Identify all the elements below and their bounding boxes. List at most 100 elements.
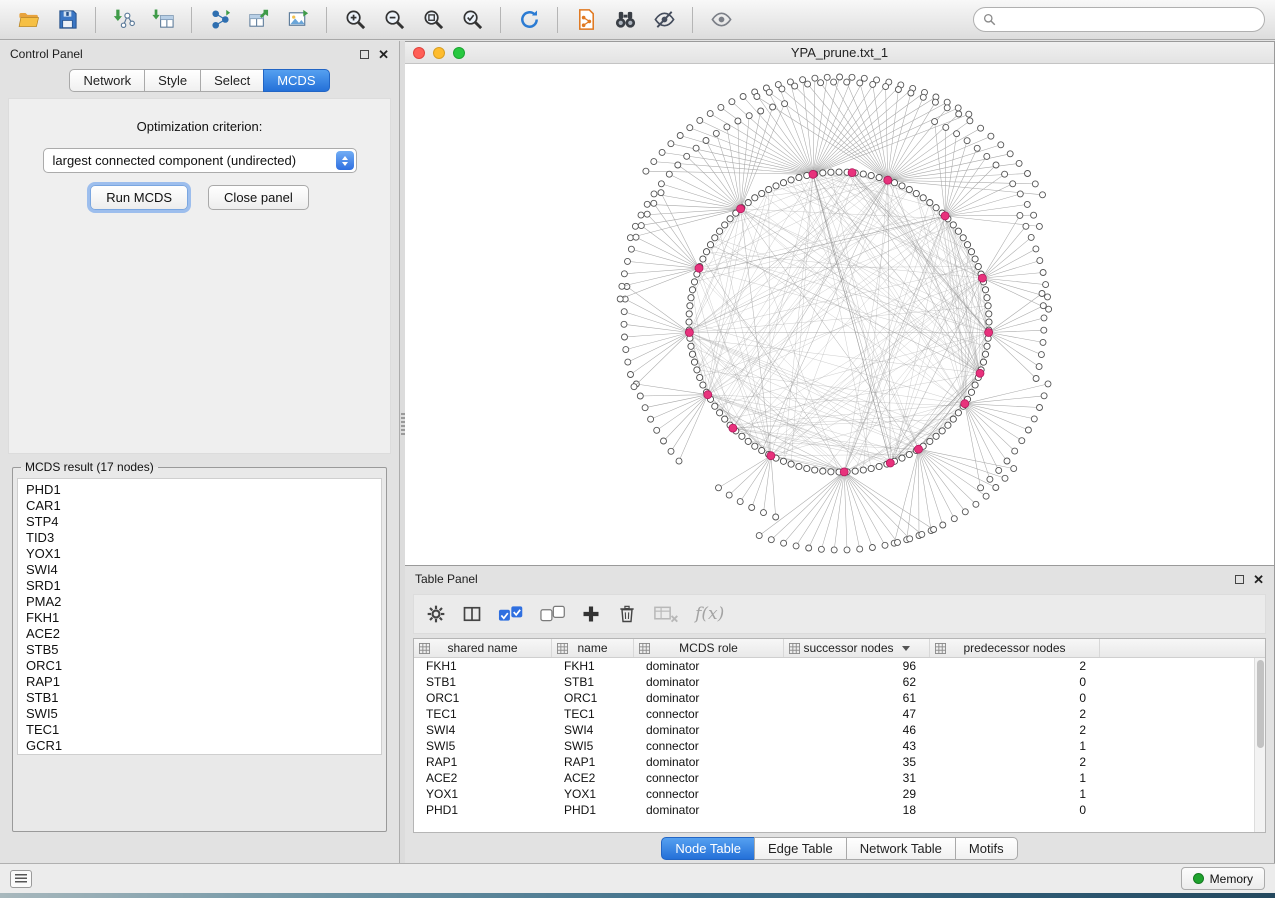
table-cell: 62: [784, 674, 930, 690]
document-share-button[interactable]: [568, 5, 604, 35]
table-cell: PHD1: [552, 802, 634, 818]
select-all-button[interactable]: [498, 604, 524, 624]
zoom-selected-button[interactable]: [454, 5, 490, 35]
scrollbar-thumb[interactable]: [1257, 660, 1264, 748]
result-item[interactable]: TID3: [26, 530, 381, 546]
zoom-fit-button[interactable]: [415, 5, 451, 35]
create-column-button[interactable]: [581, 604, 601, 624]
status-menu-button[interactable]: [10, 870, 32, 888]
deselect-all-icon: [540, 604, 566, 624]
table-row[interactable]: SWI5SWI5connector431: [414, 738, 1254, 754]
zoom-selected-icon: [461, 8, 484, 31]
optimization-criterion-label: Optimization criterion:: [9, 119, 390, 134]
delete-columns-button[interactable]: [617, 604, 637, 624]
table-cell: 2: [930, 722, 1100, 738]
tab-mcds[interactable]: MCDS: [263, 69, 329, 92]
table-row[interactable]: STB1STB1dominator620: [414, 674, 1254, 690]
splitter-grip-icon[interactable]: [401, 413, 405, 435]
result-item[interactable]: SRD1: [26, 578, 381, 594]
import-network-button[interactable]: [106, 5, 142, 35]
table-row[interactable]: ORC1ORC1dominator610: [414, 690, 1254, 706]
tab-network-table[interactable]: Network Table: [846, 837, 956, 860]
mcds-result-list[interactable]: PHD1CAR1STP4TID3YOX1SWI4SRD1PMA2FKH1ACE2…: [17, 478, 382, 755]
refresh-button[interactable]: [511, 5, 547, 35]
result-item[interactable]: GCR1: [26, 738, 381, 754]
result-item[interactable]: FKH1: [26, 610, 381, 626]
table-row[interactable]: YOX1YOX1connector291: [414, 786, 1254, 802]
save-button[interactable]: [49, 5, 85, 35]
table-row[interactable]: SWI4SWI4dominator462: [414, 722, 1254, 738]
control-panel-title: Control Panel: [10, 47, 83, 61]
column-header-predecessor-nodes[interactable]: predecessor nodes: [930, 639, 1100, 657]
table-cell: 96: [784, 658, 930, 674]
table-row[interactable]: RAP1RAP1dominator352: [414, 754, 1254, 770]
column-header-successor-nodes[interactable]: successor nodes: [784, 639, 930, 657]
table-mode-gear-button[interactable]: [426, 604, 446, 624]
result-item[interactable]: YOX1: [26, 546, 381, 562]
result-item[interactable]: STB1: [26, 690, 381, 706]
export-image-button[interactable]: [280, 5, 316, 35]
float-panel-icon[interactable]: [360, 50, 369, 59]
result-item[interactable]: STP4: [26, 514, 381, 530]
table-cell: SWI4: [414, 722, 552, 738]
column-header-shared-name[interactable]: shared name: [414, 639, 552, 657]
table-cell: FKH1: [414, 658, 552, 674]
memory-button[interactable]: Memory: [1181, 867, 1265, 890]
search-box[interactable]: [973, 7, 1265, 32]
table-panel-title: Table Panel: [415, 572, 478, 586]
close-table-panel-icon[interactable]: ✕: [1253, 575, 1264, 584]
open-folder-button[interactable]: [10, 5, 46, 35]
deselect-all-button[interactable]: [540, 604, 566, 624]
memory-status-icon: [1193, 873, 1204, 884]
result-item[interactable]: CAR1: [26, 498, 381, 514]
result-item[interactable]: ORC1: [26, 658, 381, 674]
table-mode-gear-icon: [426, 604, 446, 624]
control-panel-header: Control Panel ✕: [0, 41, 399, 67]
float-table-panel-icon[interactable]: [1235, 575, 1244, 584]
toolbar-separator: [500, 7, 501, 33]
result-item[interactable]: SWI5: [26, 706, 381, 722]
table-cell: STB1: [552, 674, 634, 690]
binoculars-button[interactable]: [607, 5, 643, 35]
run-mcds-button[interactable]: Run MCDS: [90, 185, 188, 210]
table-cell: ACE2: [414, 770, 552, 786]
optimization-criterion-select[interactable]: largest connected component (undirected): [43, 148, 357, 173]
table-cell-filler: [1100, 738, 1254, 754]
refresh-icon: [518, 8, 541, 31]
table-scrollbar[interactable]: [1254, 658, 1265, 832]
close-panel-button[interactable]: Close panel: [208, 185, 309, 210]
table-cell: YOX1: [552, 786, 634, 802]
result-item[interactable]: RAP1: [26, 674, 381, 690]
export-table-button[interactable]: [241, 5, 277, 35]
close-panel-icon[interactable]: ✕: [378, 50, 389, 59]
zoom-in-button[interactable]: [337, 5, 373, 35]
tab-network[interactable]: Network: [69, 69, 145, 92]
table-cell: 31: [784, 770, 930, 786]
export-network-button[interactable]: [202, 5, 238, 35]
table-row[interactable]: ACE2ACE2connector311: [414, 770, 1254, 786]
result-item[interactable]: STB5: [26, 642, 381, 658]
network-canvas[interactable]: [405, 64, 1274, 565]
column-header-MCDS-role[interactable]: MCDS role: [634, 639, 784, 657]
tab-node-table[interactable]: Node Table: [661, 837, 755, 860]
import-table-button[interactable]: [145, 5, 181, 35]
tab-edge-table[interactable]: Edge Table: [754, 837, 847, 860]
hide-details-button[interactable]: [646, 5, 682, 35]
result-item[interactable]: TEC1: [26, 722, 381, 738]
result-item[interactable]: PHD1: [26, 482, 381, 498]
tab-select[interactable]: Select: [200, 69, 264, 92]
tab-style[interactable]: Style: [144, 69, 201, 92]
tab-motifs[interactable]: Motifs: [955, 837, 1018, 860]
search-input[interactable]: [1002, 13, 1255, 27]
result-item[interactable]: PMA2: [26, 594, 381, 610]
zoom-out-button[interactable]: [376, 5, 412, 35]
eye-button[interactable]: [703, 5, 739, 35]
table-row[interactable]: FKH1FKH1dominator962: [414, 658, 1254, 674]
column-header-name[interactable]: name: [552, 639, 634, 657]
table-row[interactable]: TEC1TEC1connector472: [414, 706, 1254, 722]
table-row[interactable]: PHD1PHD1dominator180: [414, 802, 1254, 818]
result-item[interactable]: SWI4: [26, 562, 381, 578]
result-item[interactable]: ACE2: [26, 626, 381, 642]
show-columns-button[interactable]: [462, 604, 482, 624]
mcds-result-title: MCDS result (17 nodes): [21, 460, 158, 474]
